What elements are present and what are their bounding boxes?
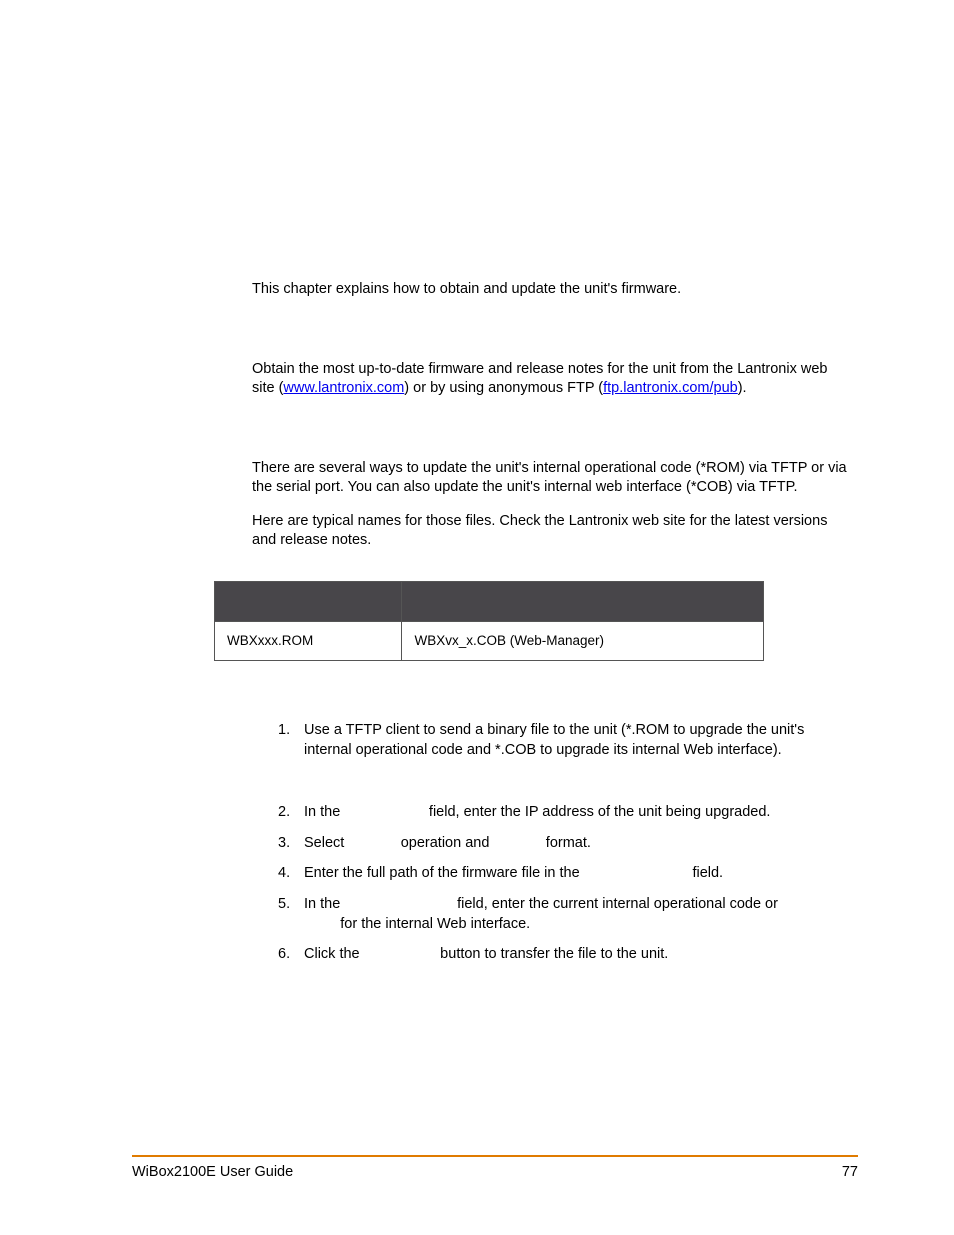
step-3: 3. Select operation and format. [278, 834, 849, 854]
step-6-b: button to transfer the file to the unit. [436, 946, 668, 962]
step-number: 2. [278, 803, 290, 823]
table-cell-rom: WBXxxx.ROM [215, 621, 402, 660]
step-5-b: field, enter the current internal operat… [453, 896, 778, 912]
obtain-mid: ) or by using anonymous FTP ( [404, 380, 603, 396]
table-cell-cob: WBXvx_x.COB (Web-Manager) [402, 621, 764, 660]
reload-paragraph-1: There are several ways to update the uni… [252, 459, 849, 498]
footer-title: WiBox2100E User Guide [132, 1163, 293, 1183]
step-3-b: operation and [397, 835, 494, 851]
step-number: 3. [278, 834, 290, 854]
step-2-b: field, enter the IP address of the unit … [425, 804, 771, 820]
step-4-a: Enter the full path of the firmware file… [304, 865, 584, 881]
lantronix-ftp-link[interactable]: ftp.lantronix.com/pub [603, 380, 738, 396]
step-number: 6. [278, 945, 290, 965]
step-number: 4. [278, 864, 290, 884]
lantronix-web-link[interactable]: www.lantronix.com [283, 380, 404, 396]
table-header-2 [402, 581, 764, 621]
step-3-c: format. [542, 835, 591, 851]
step-6-a: Click the [304, 946, 364, 962]
step-4-b: field. [688, 865, 723, 881]
obtain-paragraph: Obtain the most up-to-date firmware and … [252, 360, 849, 399]
steps-list: 1. Use a TFTP client to send a binary fi… [252, 721, 849, 965]
step-6: 6. Click the button to transfer the file… [278, 945, 849, 965]
step-number: 1. [278, 721, 290, 741]
footer-divider [132, 1155, 858, 1157]
reload-paragraph-2: Here are typical names for those files. … [252, 512, 849, 551]
intro-paragraph: This chapter explains how to obtain and … [252, 280, 849, 300]
step-5-c: for the internal Web interface. [336, 916, 530, 932]
step-number: 5. [278, 895, 290, 915]
step-2-a: In the [304, 804, 344, 820]
table-header-1 [215, 581, 402, 621]
step-4: 4. Enter the full path of the firmware f… [278, 864, 849, 884]
obtain-post: ). [738, 380, 747, 396]
step-5: 5. In the field, enter the current inter… [278, 895, 849, 934]
table-row: WBXxxx.ROM WBXvx_x.COB (Web-Manager) [215, 621, 764, 660]
step-3-a: Select [304, 835, 348, 851]
firmware-files-table: WBXxxx.ROM WBXvx_x.COB (Web-Manager) [214, 581, 764, 661]
footer-page-number: 77 [842, 1163, 858, 1183]
step-5-a: In the [304, 896, 344, 912]
step-1-text: Use a TFTP client to send a binary file … [304, 722, 804, 758]
step-1: 1. Use a TFTP client to send a binary fi… [278, 721, 849, 760]
step-2: 2. In the field, enter the IP address of… [278, 803, 849, 823]
